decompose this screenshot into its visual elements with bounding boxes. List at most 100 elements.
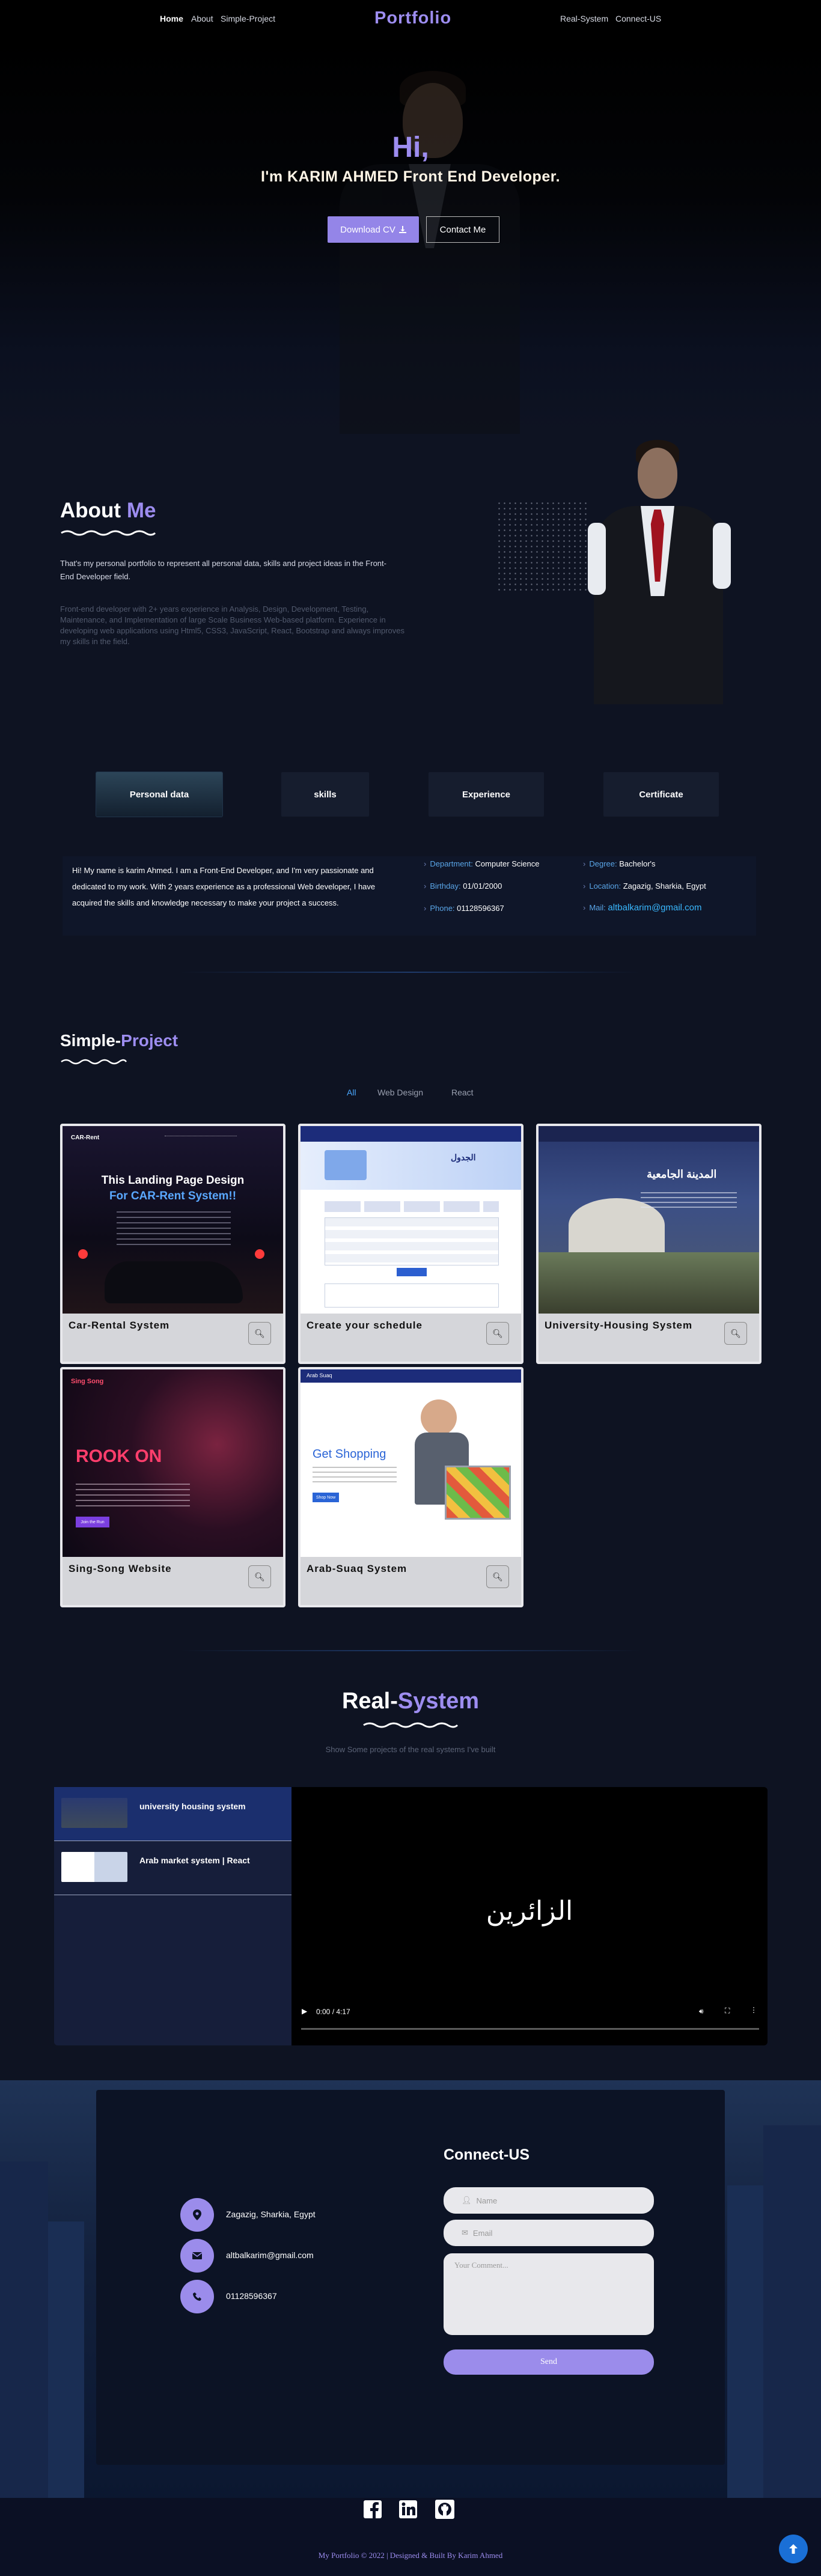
zoom-button[interactable]: 🔍︎: [486, 1565, 509, 1588]
filter-web-design[interactable]: Web Design: [377, 1088, 423, 1097]
download-icon: [398, 226, 406, 233]
real-system-item-label: Arab market system | React: [139, 1856, 250, 1865]
real-system-item[interactable]: university housing system: [54, 1787, 291, 1841]
detail-mail: › Mail: altbalkarim@gmail.com: [583, 903, 702, 913]
about-body: Front-end developer with 2+ years experi…: [60, 604, 405, 646]
contact-phone: 01128596367: [226, 2291, 277, 2301]
detail-department: › Department: Computer Science: [424, 859, 540, 868]
about-wave-underline: [61, 530, 156, 536]
hero-portrait: [328, 59, 532, 434]
project-title: Sing-Song Website: [69, 1563, 172, 1574]
real-heading-plain: Real-: [341, 1688, 398, 1714]
filter-all[interactable]: All: [347, 1088, 356, 1097]
detail-degree: › Degree: Bachelor's: [583, 859, 656, 868]
real-system-item-label: university housing system: [139, 1801, 246, 1811]
about-heading: About Me: [60, 499, 156, 523]
arrow-up-icon: [789, 2544, 798, 2554]
hero-title: Hi,: [392, 132, 429, 163]
zoom-button[interactable]: 🔍︎: [248, 1565, 271, 1588]
nav-simple-project-link[interactable]: Simple-Project: [221, 14, 275, 23]
zoom-button[interactable]: 🔍︎: [248, 1322, 271, 1345]
detail-phone: › Phone: 01128596367: [424, 904, 504, 913]
email-input[interactable]: ✉ Email: [444, 2220, 654, 2246]
envelope-icon: [180, 2239, 214, 2273]
contact-heading: Connect-US: [444, 2146, 530, 2163]
more-options-icon[interactable]: ⋮: [750, 2006, 757, 2014]
about-heading-accent: Me: [126, 499, 156, 522]
search-icon: 🔍︎: [254, 1328, 265, 1338]
contact-me-button[interactable]: Contact Me: [426, 216, 499, 243]
projects-heading-accent: Project: [121, 1031, 179, 1050]
filter-react[interactable]: React: [451, 1088, 474, 1097]
video-frame-text: الزائرين: [486, 1896, 573, 1926]
video-progress-bar[interactable]: [301, 2028, 759, 2030]
brand-logo[interactable]: Portfolio: [374, 8, 451, 28]
nav-about-link[interactable]: About: [191, 14, 213, 23]
contact-address: Zagazig, Sharkia, Egypt: [226, 2209, 316, 2219]
detail-location: › Location: Zagazig, Sharkia, Egypt: [583, 882, 706, 891]
thumbnail: [61, 1798, 127, 1828]
nav-home-link[interactable]: Home: [160, 14, 183, 23]
tab-skills[interactable]: skills: [281, 772, 369, 817]
search-icon: 🔍︎: [492, 1571, 503, 1582]
project-screenshot: CAR-Rent This Landing Page Design For CA…: [63, 1126, 283, 1314]
about-heading-plain: About: [60, 499, 121, 522]
project-card-sing-song[interactable]: Sing Song ROOK ON Join the Run Sing-Song…: [60, 1367, 285, 1607]
about-portrait: [582, 439, 735, 704]
hero-subtitle: I'm KARIM AHMED Front End Developer.: [260, 168, 561, 185]
name-input[interactable]: 👤︎ Name: [444, 2187, 654, 2214]
tab-experience[interactable]: Experience: [429, 772, 544, 817]
zoom-button[interactable]: 🔍︎: [486, 1322, 509, 1345]
project-card-university-housing[interactable]: المدينة الجامعية University-Housing Syst…: [536, 1124, 761, 1364]
project-card-schedule[interactable]: الجدول Create your schedule 🔍︎: [298, 1124, 523, 1364]
project-card-car-rental[interactable]: CAR-Rent This Landing Page Design For CA…: [60, 1124, 285, 1364]
scroll-to-top-button[interactable]: [779, 2535, 808, 2563]
project-screenshot: Arab Suaq Get Shopping Shop Now: [301, 1369, 521, 1557]
search-icon: 🔍︎: [730, 1328, 741, 1338]
comment-textarea[interactable]: Your Comment...: [444, 2253, 654, 2335]
projects-heading-plain: Simple-: [60, 1031, 121, 1050]
nav-real-system-link[interactable]: Real-System: [560, 14, 608, 23]
top-navbar: Home About Simple-Project Portfolio Real…: [0, 0, 821, 37]
real-system-list: university housing system Arab market sy…: [54, 1787, 291, 2045]
envelope-icon: ✉: [462, 2228, 468, 2237]
facebook-icon[interactable]: [362, 2498, 383, 2520]
projects-wave-underline: [61, 1059, 127, 1065]
search-icon: 🔍︎: [254, 1571, 265, 1582]
real-system-item[interactable]: Arab market system | React: [54, 1841, 291, 1895]
github-icon[interactable]: [434, 2498, 456, 2520]
fullscreen-icon[interactable]: ⛶: [725, 2006, 730, 2015]
zoom-button[interactable]: 🔍︎: [724, 1322, 747, 1345]
divider: [180, 1650, 641, 1651]
project-screenshot: Sing Song ROOK ON Join the Run: [63, 1369, 283, 1557]
dots-pattern: [496, 501, 587, 591]
project-card-arab-suaq[interactable]: Arab Suaq Get Shopping Shop Now Arab-Sua…: [298, 1367, 523, 1607]
video-time: 0:00 / 4:17: [316, 2008, 350, 2016]
detail-birthday: › Birthday: 01/01/2000: [424, 882, 502, 891]
user-icon: 👤︎: [462, 2196, 472, 2205]
real-system-subtitle: Show Some projects of the real systems I…: [325, 1745, 496, 1754]
about-intro: That's my personal portfolio to represen…: [60, 559, 386, 581]
project-screenshot: الجدول: [301, 1126, 521, 1314]
projects-heading: Simple-Project: [60, 1031, 178, 1050]
send-button[interactable]: Send: [444, 2349, 654, 2375]
play-icon[interactable]: ▶: [302, 2007, 307, 2015]
linkedin-icon[interactable]: [397, 2498, 419, 2520]
tab-certificate[interactable]: Certificate: [603, 772, 719, 817]
nav-connect-us-link[interactable]: Connect-US: [615, 14, 661, 23]
project-title: Car-Rental System: [69, 1320, 170, 1331]
download-cv-button[interactable]: Download CV: [328, 216, 419, 243]
real-heading-accent: System: [397, 1688, 480, 1714]
copyright-text: My Portfolio © 2022 | Designed & Built B…: [318, 2551, 503, 2560]
project-title: Arab-Suaq System: [307, 1563, 407, 1574]
location-icon: [180, 2198, 214, 2232]
project-title: Create your schedule: [307, 1320, 423, 1331]
volume-icon[interactable]: 🔊︎: [699, 2007, 704, 2016]
phone-icon: [180, 2280, 214, 2313]
real-system-heading: Real-System: [0, 1688, 821, 1714]
contact-email[interactable]: altbalkarim@gmail.com: [226, 2250, 314, 2260]
tab-personal-data[interactable]: Personal data: [96, 772, 222, 817]
divider: [180, 972, 641, 973]
search-icon: 🔍︎: [492, 1328, 503, 1338]
real-wave-underline: [363, 1722, 459, 1728]
